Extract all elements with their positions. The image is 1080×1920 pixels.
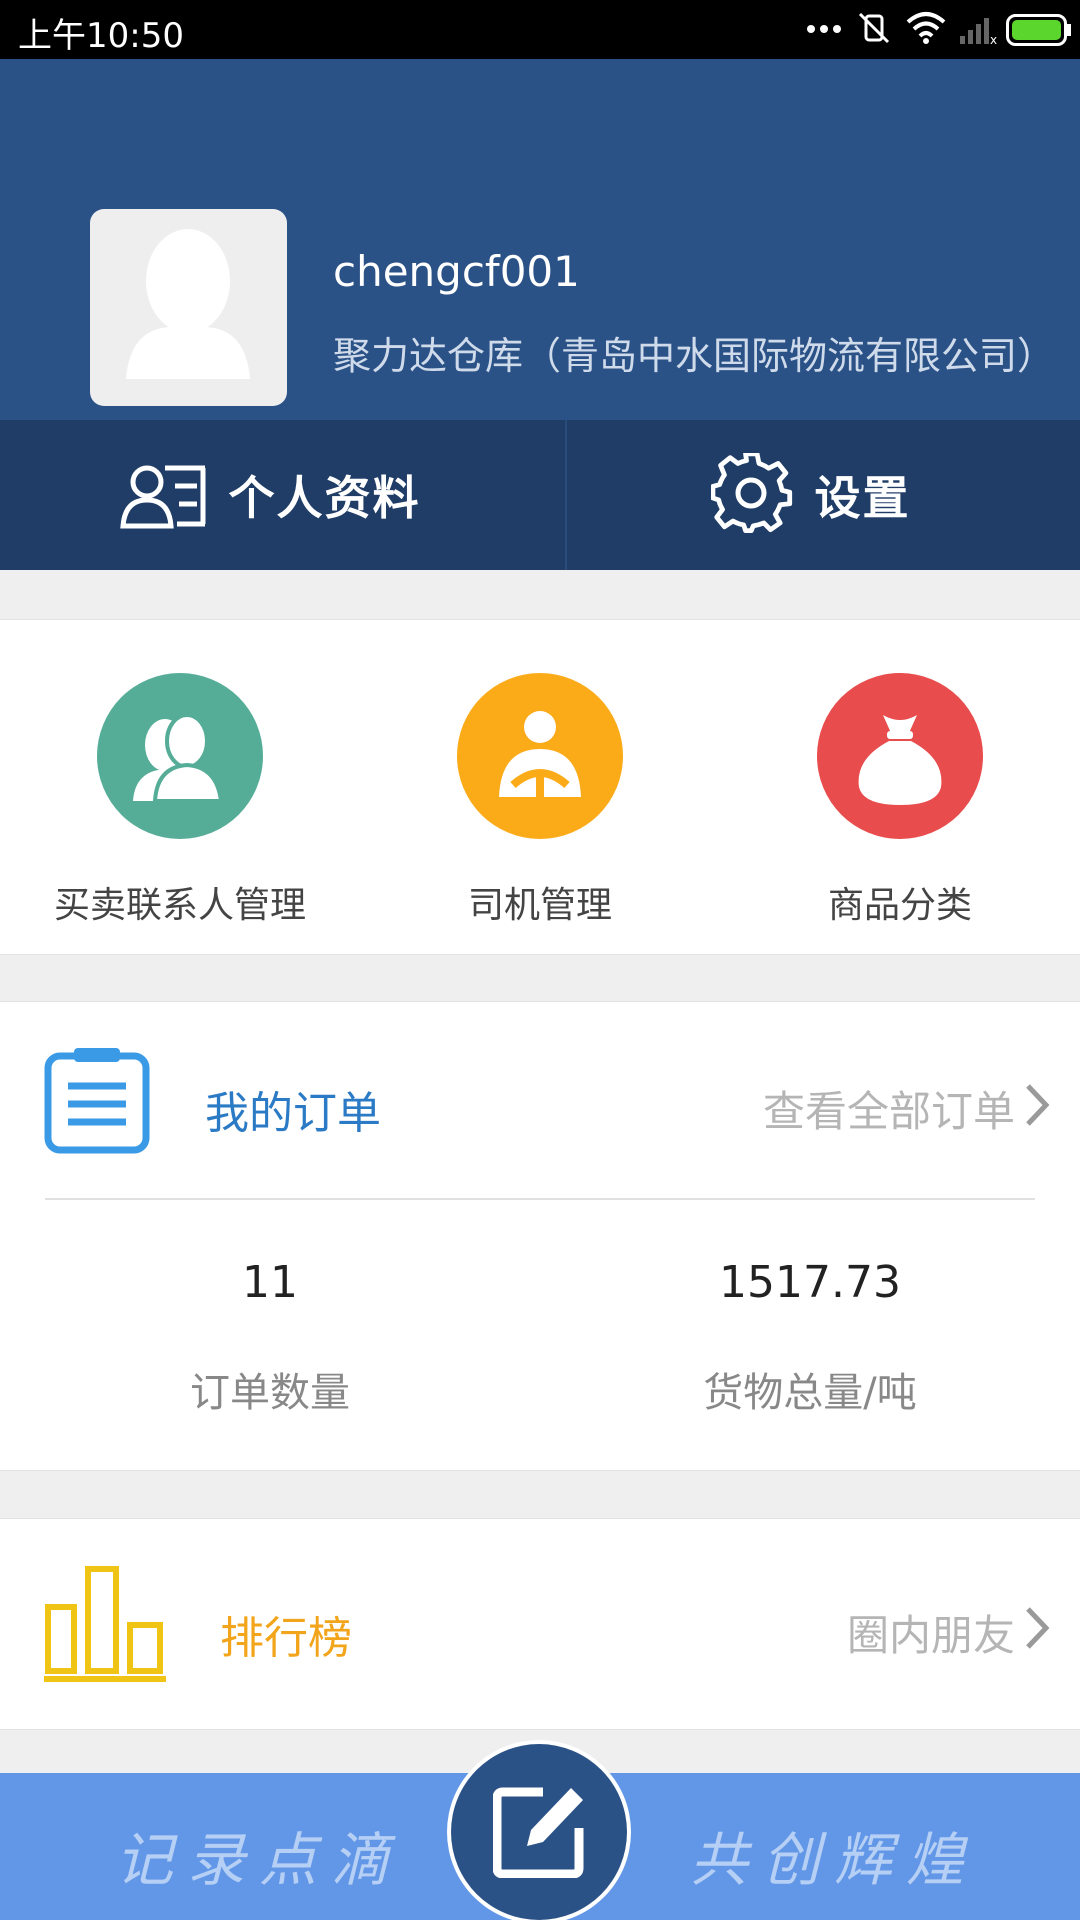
left-slogan: 记录点滴: [115, 1826, 404, 1894]
profile-card-icon: [119, 465, 205, 529]
svg-text:x: x: [990, 33, 997, 44]
driver-management-label: 司机管理: [467, 885, 612, 926]
header-tabs: 个人资料 设置: [0, 420, 1080, 570]
default-avatar-icon: [126, 229, 250, 379]
quick-actions: 买卖联系人管理 司机管理 商品分类: [0, 619, 1080, 955]
vibrate-off-icon: [858, 12, 890, 44]
money-bag-icon: [817, 673, 983, 839]
circle-friends-link[interactable]: 圈内朋友: [847, 1602, 1015, 1663]
username: chengcf001: [333, 247, 580, 296]
orders-card: 我的订单 查看全部订单 11 订单数量 1517.73 货物总量/吨: [0, 1001, 1080, 1471]
battery-icon: [1006, 14, 1071, 46]
signal-icon: x: [960, 18, 997, 44]
cargo-total-label: 货物总量/吨: [703, 1370, 917, 1416]
driver-icon: [457, 673, 623, 839]
contacts-icon: [97, 673, 263, 839]
wifi-icon: [906, 12, 946, 44]
product-category-button[interactable]: 商品分类: [720, 620, 1080, 954]
company-name: 聚力达仓库（青岛中水国际物流有限公司）: [333, 334, 1056, 378]
personal-info-button[interactable]: 个人资料: [0, 420, 539, 570]
ranking-title: 排行榜: [220, 1613, 352, 1664]
order-count-label: 订单数量: [190, 1370, 350, 1416]
settings-label: 设置: [814, 471, 911, 525]
orders-title: 我的订单: [205, 1088, 381, 1139]
avatar[interactable]: [90, 209, 287, 406]
status-bar: 上午10:50 x: [0, 0, 1080, 59]
settings-button[interactable]: 设置: [541, 420, 1080, 570]
clipboard-icon: [44, 1048, 150, 1154]
contacts-management-button[interactable]: 买卖联系人管理: [0, 620, 360, 954]
contacts-management-label: 买卖联系人管理: [53, 885, 306, 926]
cargo-total-value: 1517.73: [719, 1257, 901, 1308]
right-slogan: 共创辉煌: [690, 1826, 979, 1894]
gear-icon: [710, 453, 792, 534]
more-dots-icon: [807, 25, 841, 33]
view-all-orders-link[interactable]: 查看全部订单: [763, 1078, 1015, 1139]
orders-header[interactable]: 我的订单 查看全部订单: [0, 1002, 1080, 1198]
status-time: 上午10:50: [18, 16, 184, 56]
chevron-right-icon: [1026, 1084, 1050, 1126]
chevron-right-icon: [1026, 1607, 1050, 1649]
divider: [45, 1198, 1035, 1200]
personal-info-label: 个人资料: [228, 471, 421, 525]
edit-icon: [493, 1787, 584, 1878]
product-category-label: 商品分类: [827, 885, 972, 926]
driver-management-button[interactable]: 司机管理: [360, 620, 720, 954]
cargo-total-stat[interactable]: 1517.73 货物总量/吨: [540, 1257, 1080, 1418]
ranking-row[interactable]: 排行榜 圈内朋友: [0, 1518, 1080, 1730]
profile-header: chengcf001 聚力达仓库（青岛中水国际物流有限公司）: [0, 59, 1080, 420]
order-count-stat[interactable]: 11 订单数量: [0, 1257, 540, 1418]
compose-button[interactable]: [451, 1744, 627, 1920]
bar-chart-icon: [44, 1566, 166, 1682]
order-count-value: 11: [242, 1257, 298, 1308]
